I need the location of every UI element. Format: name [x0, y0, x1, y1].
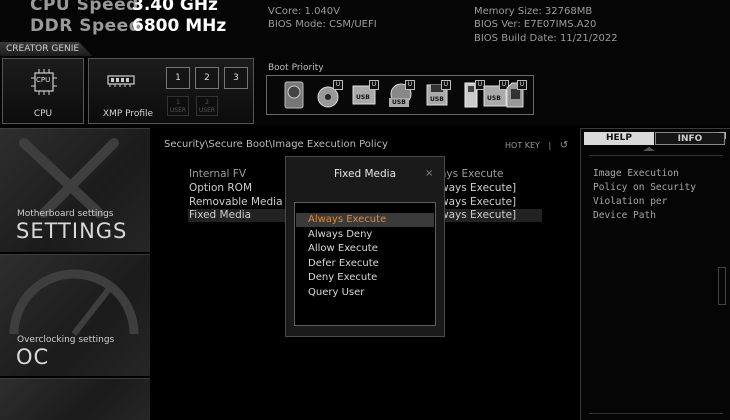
- usb-drive-icon[interactable]: USB U: [351, 80, 379, 110]
- usb-tag: U: [369, 80, 379, 90]
- sidebar-item-oc[interactable]: Overclocking settings OC: [0, 254, 150, 376]
- usb-tag: U: [333, 80, 343, 90]
- option-defer-execute[interactable]: Defer Execute: [296, 257, 434, 271]
- help-divider: [589, 155, 723, 156]
- help-line: Device Path: [593, 210, 656, 221]
- back-icon[interactable]: ↺: [560, 140, 568, 151]
- row-option-rom-value[interactable]: ways Execute]: [440, 182, 516, 194]
- memory-size-info: Memory Size: 32768MB: [474, 6, 593, 17]
- scroll-up-icon[interactable]: [643, 147, 655, 151]
- row-option-rom-label[interactable]: Option ROM: [189, 182, 252, 194]
- sidebar-item-next[interactable]: [0, 378, 150, 420]
- cpu-genie-tile[interactable]: CPU CPU: [2, 58, 84, 124]
- help-panel: HELP INFO Image Execution Policy on Secu…: [580, 128, 730, 420]
- breadcrumb: Security\Secure Boot\Image Execution Pol…: [164, 139, 388, 150]
- usb-text: USB: [356, 94, 370, 101]
- usb-optical-icon[interactable]: USB U: [387, 80, 415, 110]
- help-line: Policy on Security: [593, 182, 696, 193]
- row-fixed-media-value[interactable]: ways Execute]: [440, 209, 516, 221]
- settings-subtitle: Motherboard settings: [17, 209, 114, 219]
- sd-card-icon[interactable]: U: [503, 80, 527, 110]
- cpu-speed-value: 3.40 GHz: [132, 0, 218, 15]
- help-line: Violation per: [593, 196, 668, 207]
- user-profile-1-button[interactable]: 1 USER: [167, 96, 189, 116]
- usb-tag: U: [441, 80, 451, 90]
- sidebar-item-settings[interactable]: Motherboard settings SETTINGS: [0, 128, 150, 252]
- boot-priority-label: Boot Priority: [268, 63, 324, 73]
- hotkey-separator: |: [548, 141, 552, 150]
- xmp-tile-label: XMP Profile: [102, 109, 154, 119]
- help-line: Image Execution: [593, 168, 679, 179]
- close-icon[interactable]: ×: [425, 168, 433, 179]
- bios-mode-info: BIOS Mode: CSM/UEFI: [268, 19, 377, 30]
- row-internal-fv-label[interactable]: Internal FV: [189, 168, 246, 180]
- option-always-deny[interactable]: Always Deny: [296, 228, 434, 242]
- cpu-chip-icon: CPU: [31, 69, 57, 95]
- help-text: Image Execution Policy on Security Viola…: [593, 167, 696, 223]
- row-removable-media-value[interactable]: ways Execute]: [440, 196, 516, 208]
- usb-text: USB: [487, 95, 501, 102]
- hotkey-label: HOT KEY: [505, 141, 540, 150]
- ddr-speed-label: DDR Speed: [30, 16, 142, 36]
- corner-marker: [719, 132, 726, 139]
- usb-tag: U: [405, 80, 415, 90]
- option-always-execute[interactable]: Always Execute: [296, 213, 434, 227]
- memory-module-icon: [107, 73, 135, 89]
- row-internal-fv-value[interactable]: ays Execute: [440, 168, 503, 180]
- xmp-profile-2-button[interactable]: 2: [195, 67, 219, 89]
- help-divider-bottom: [589, 413, 723, 414]
- bios-version-info: BIOS Ver: E7E07IMS.A20: [474, 19, 597, 30]
- oc-title: OC: [16, 345, 50, 369]
- cpu-chip-text: CPU: [36, 76, 51, 84]
- optical-disc-icon[interactable]: U: [315, 80, 343, 110]
- row-fixed-media-label[interactable]: Fixed Media: [189, 209, 251, 221]
- option-deny-execute[interactable]: Deny Execute: [296, 271, 434, 285]
- hotkey-button[interactable]: HOT KEY | ↺: [505, 140, 568, 151]
- bios-build-date-info: BIOS Build Date: 11/21/2022: [474, 33, 618, 44]
- help-scrollbar[interactable]: [718, 267, 726, 305]
- ddr-speed-value: 6800 MHz: [132, 16, 227, 36]
- top-status-area: CPU Speed 3.40 GHz DDR Speed 6800 MHz VC…: [0, 0, 730, 126]
- tab-help[interactable]: HELP: [584, 132, 654, 145]
- user-profile-2-button[interactable]: 2 USER: [196, 96, 218, 116]
- usb-floppy-icon[interactable]: USB U: [423, 80, 451, 110]
- option-allow-execute[interactable]: Allow Execute: [296, 242, 434, 256]
- cpu-tile-label: CPU: [33, 109, 53, 119]
- xmp-profile-tile[interactable]: XMP Profile 1 2 3 1 USER 2 USER: [88, 58, 254, 124]
- gauge-icon: [9, 269, 139, 336]
- usb-tag: U: [517, 80, 527, 90]
- creator-genie-label: CREATOR GENIE: [0, 42, 92, 56]
- tab-info[interactable]: INFO: [655, 132, 725, 145]
- vcore-info: VCore: 1.040V: [268, 6, 341, 17]
- usb-text: USB: [392, 99, 406, 106]
- usb-text: USB: [430, 96, 444, 103]
- boot-priority-bar: U USB U USB U USB U U USB U U: [266, 75, 534, 115]
- settings-title: SETTINGS: [16, 219, 128, 243]
- option-query-user[interactable]: Query User: [296, 286, 434, 300]
- cpu-speed-label: CPU Speed: [30, 0, 139, 15]
- option-list: Always Execute Always Deny Allow Execute…: [294, 202, 436, 326]
- dialog-title: Fixed Media: [333, 168, 397, 180]
- hdd-icon[interactable]: [281, 80, 309, 110]
- oc-subtitle: Overclocking settings: [17, 335, 115, 345]
- xmp-profile-3-button[interactable]: 3: [224, 67, 248, 89]
- row-removable-media-label[interactable]: Removable Media: [189, 196, 283, 208]
- xmp-profile-1-button[interactable]: 1: [166, 67, 190, 89]
